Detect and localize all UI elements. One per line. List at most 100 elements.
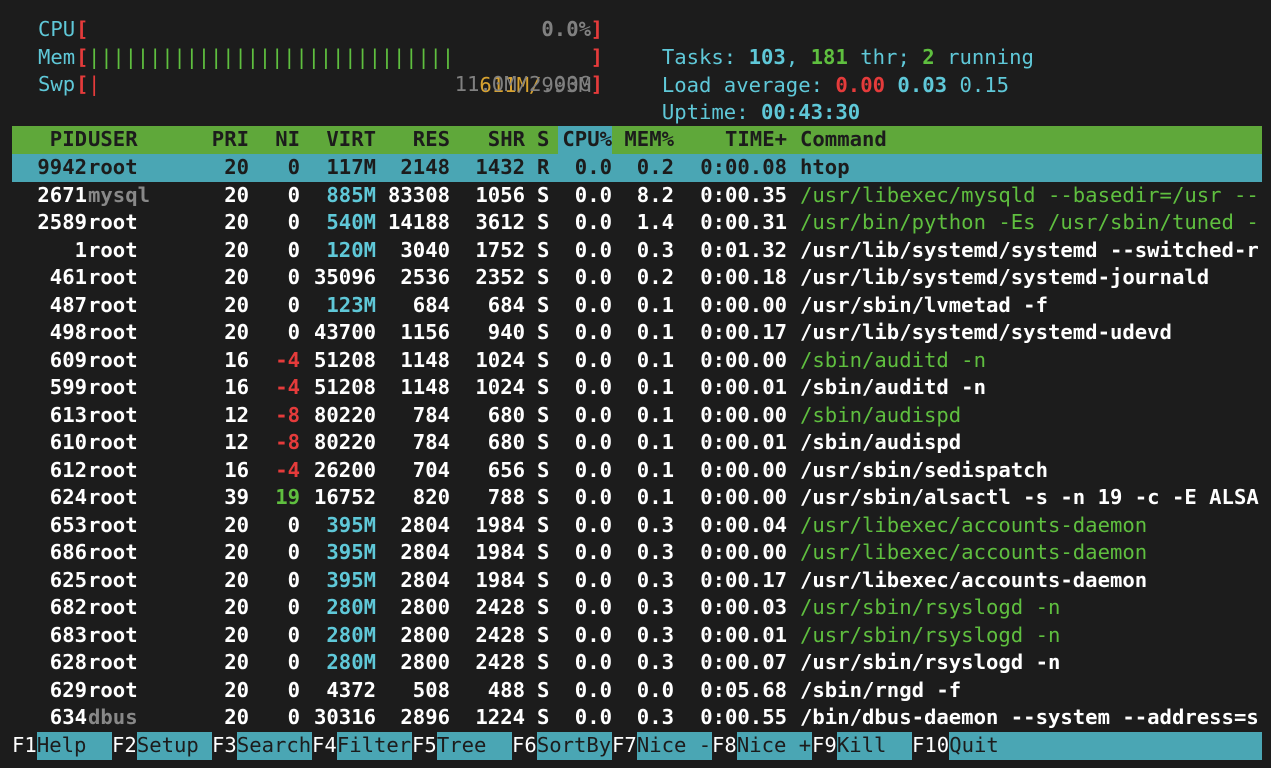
process-res: 1156: [400, 320, 450, 344]
process-row[interactable]: 629 root 20 0 4372 508 488 S 0.0 0.0 0:05.68/sbin/…: [12, 677, 1262, 705]
column-header-res[interactable]: RES: [413, 126, 450, 154]
process-row[interactable]: 634 dbus 20 0 30316 2896 1224 S 0.0 0.3 0:00.55/bi…: [12, 704, 1262, 732]
cpu-meter-label: CPU: [38, 17, 76, 41]
fkey-filter-button[interactable]: F4Filter: [312, 732, 412, 760]
process-s: S: [537, 292, 550, 317]
column-header-cmd[interactable]: Command: [800, 126, 887, 154]
process-virt: 4372: [326, 677, 376, 702]
process-res: 2804: [400, 567, 450, 592]
process-cpu: 0.0: [574, 622, 612, 647]
process-time: 0:05.68: [700, 677, 787, 702]
process-pri: 20: [224, 320, 249, 344]
fkey-tree-button[interactable]: F5Tree: [412, 732, 512, 760]
process-virt: 51208: [314, 347, 376, 372]
process-pid: 628: [49, 650, 87, 674]
process-row[interactable]: 613 root 12 -8 80220 784 680 S 0.0 0.1 0:00.00/sbi…: [12, 402, 1262, 430]
process-row[interactable]: 487 root 20 0 123M 684 684 S 0.0 0.1 0:00.00/usr/s…: [12, 292, 1262, 320]
process-mem: 0.3: [636, 237, 674, 262]
process-pri: 12: [224, 402, 249, 427]
fkey-kill-button[interactable]: F9Kill: [812, 732, 912, 760]
process-pri: 16: [224, 347, 249, 372]
process-row[interactable]: 624 root 39 19 16752 820 788 S 0.0 0.1 0:00.00/usr…: [12, 484, 1262, 512]
process-shr: 680: [487, 402, 525, 427]
process-s: S: [537, 265, 550, 289]
process-time: 0:00.00: [700, 292, 787, 317]
fkey-label: Kill: [836, 732, 912, 760]
column-header-ni[interactable]: NI: [275, 126, 300, 154]
process-row[interactable]: 609 root 16 -4 51208 1148 1024 S 0.0 0.1 0:00.00/s…: [12, 347, 1262, 375]
process-row[interactable]: 2671 mysql 20 0 885M 83308 1056 S 0.0 8.2 0:00.35 /…: [12, 182, 1262, 210]
process-virt: 43700: [314, 320, 376, 344]
process-res: 2804: [400, 512, 450, 537]
process-pid: 629: [49, 677, 87, 702]
process-user: root: [88, 210, 138, 234]
process-row[interactable]: 461 root 20 0 35096 2536 2352 S 0.0 0.2 0:00.18/us…: [12, 264, 1262, 292]
process-row[interactable]: 498 root 20 0 43700 1156 940 S 0.0 0.1 0:00.17/usr…: [12, 319, 1262, 347]
fkey-search-button[interactable]: F3Search: [212, 732, 312, 760]
process-time: 0:01.32: [700, 237, 787, 262]
process-mem: 0.3: [636, 540, 674, 564]
process-virt: 280M: [326, 650, 376, 674]
process-cpu: 0.0: [574, 320, 612, 344]
process-s: S: [537, 512, 550, 537]
process-s: S: [537, 622, 550, 647]
process-row[interactable]: 2589 root 20 0 540M 14188 3612 S 0.0 1.4 0:00.31/u…: [12, 209, 1262, 237]
process-virt: 16752: [314, 485, 376, 509]
process-user: mysql: [88, 182, 150, 207]
process-row[interactable]: 610 root 12 -8 80220 784 680 S 0.0 0.1 0:00.01/sbi…: [12, 429, 1262, 457]
process-pid: 634: [49, 705, 87, 729]
column-header-pid[interactable]: PID: [50, 126, 87, 154]
process-pid: 599: [49, 375, 87, 399]
process-cpu: 0.0: [574, 430, 612, 454]
process-row[interactable]: 599 root 16 -4 51208 1148 1024 S 0.0 0.1 0:00.01/s…: [12, 374, 1262, 402]
mem-meter-close-bracket: ]: [590, 45, 603, 69]
process-cpu: 0.0: [574, 457, 612, 482]
process-row[interactable]: 625 root 20 0 395M 2804 1984 S 0.0 0.3 0:00.17/usr…: [12, 567, 1262, 595]
process-time: 0:00.04: [700, 512, 787, 537]
process-row[interactable]: 9942 root 20 0 117M 2148 1432 R 0.0 0.2 0:00.08 hto…: [12, 154, 1262, 182]
process-s: S: [537, 430, 550, 454]
process-res: 2800: [400, 622, 450, 647]
fkey-nice-button[interactable]: F8Nice +: [712, 732, 812, 760]
process-res: 14188: [388, 210, 450, 234]
column-header-shr[interactable]: SHR: [488, 126, 525, 154]
process-time: 0:00.31: [700, 210, 787, 234]
process-row[interactable]: 683 root 20 0 280M 2800 2428 S 0.0 0.3 0:00.01/usr…: [12, 622, 1262, 650]
process-shr: 1984: [475, 512, 525, 537]
process-s: S: [537, 347, 550, 372]
process-shr: 2352: [475, 265, 525, 289]
process-row[interactable]: 628 root 20 0 280M 2800 2428 S 0.0 0.3 0:00.07/usr…: [12, 649, 1262, 677]
column-header: PID USER PRI NI VIRT RES SHR S CPU% MEM% TIME+ Comm…: [12, 126, 1262, 154]
fkey-help-button[interactable]: F1Help: [12, 732, 112, 760]
column-header-pri[interactable]: PRI: [212, 126, 249, 154]
process-cpu: 0.0: [574, 210, 612, 234]
column-header-virt[interactable]: VIRT: [326, 126, 376, 154]
process-row[interactable]: 1 root 20 0 120M 3040 1752 S 0.0 0.3 0:01.32/usr/l…: [12, 237, 1262, 265]
process-row[interactable]: 612 root 16 -4 26200 704 656 S 0.0 0.1 0:00.00/usr…: [12, 457, 1262, 485]
process-row[interactable]: 682 root 20 0 280M 2800 2428 S 0.0 0.3 0:00.03/usr…: [12, 594, 1262, 622]
fkey-setup-button[interactable]: F2Setup: [112, 732, 212, 760]
process-time: 0:00.07: [700, 650, 787, 674]
process-ni: 0: [287, 265, 300, 289]
swp-meter-close-bracket: ]: [590, 72, 603, 96]
process-row[interactable]: 653 root 20 0 395M 2804 1984 S 0.0 0.3 0:00.04/usr…: [12, 512, 1262, 540]
process-user: root: [88, 292, 138, 317]
column-header-mem[interactable]: MEM%: [624, 126, 674, 154]
process-cpu: 0.0: [574, 375, 612, 399]
column-header-user[interactable]: USER: [88, 126, 138, 154]
column-header-time[interactable]: TIME+: [725, 126, 787, 154]
process-shr: 3612: [475, 210, 525, 234]
process-shr: 684: [487, 292, 525, 317]
process-cpu: 0.0: [574, 567, 612, 592]
process-pri: 20: [224, 705, 249, 729]
fkey-nice-button[interactable]: F7Nice -: [612, 732, 712, 760]
fkey-quit-button[interactable]: F10Quit: [912, 732, 1263, 760]
process-shr: 2428: [475, 595, 525, 619]
column-header-s[interactable]: S: [537, 126, 549, 154]
process-time: 0:00.01: [700, 430, 787, 454]
process-user: root: [88, 622, 138, 647]
column-header-cpu[interactable]: CPU%: [558, 126, 612, 154]
fkey-sortby-button[interactable]: F6SortBy: [512, 732, 612, 760]
process-res: 508: [412, 677, 450, 702]
process-row[interactable]: 686 root 20 0 395M 2804 1984 S 0.0 0.3 0:00.00/usr…: [12, 539, 1262, 567]
